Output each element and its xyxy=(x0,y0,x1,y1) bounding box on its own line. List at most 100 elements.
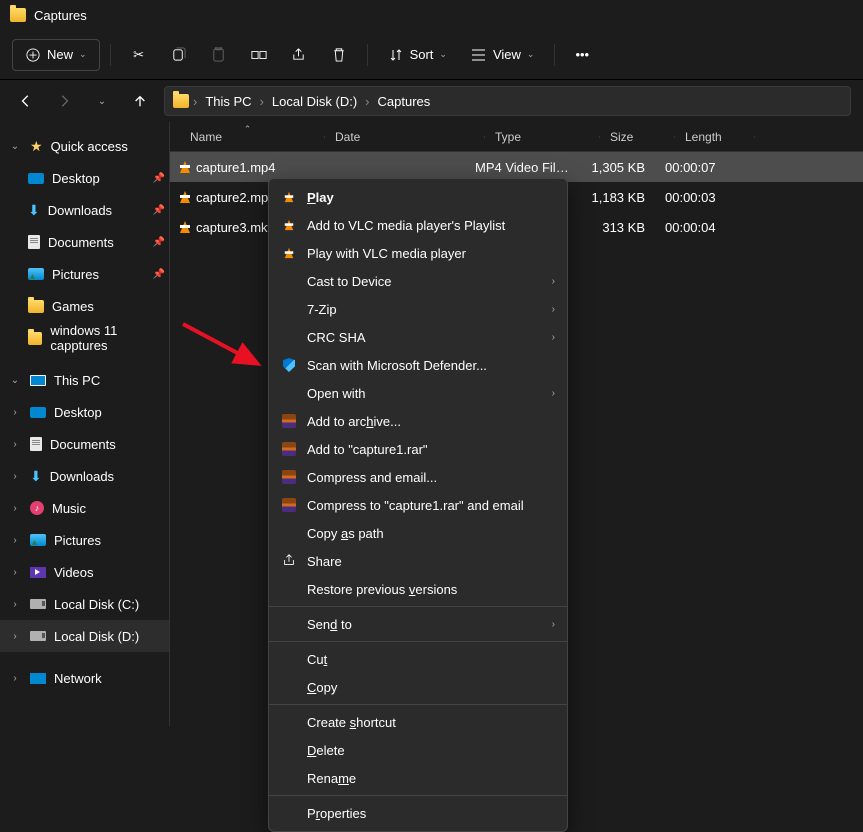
sidebar-label: Network xyxy=(54,671,102,686)
column-name[interactable]: ⌃ Name xyxy=(170,130,325,144)
rename-button[interactable] xyxy=(241,39,277,71)
sidebar-item-label: Games xyxy=(52,299,94,314)
context-menu-item[interactable]: Restore previous versions xyxy=(269,575,567,603)
context-menu-item[interactable]: Copy as path xyxy=(269,519,567,547)
chevron-right-icon: › xyxy=(8,631,22,642)
forward-button[interactable] xyxy=(50,87,78,115)
up-button[interactable] xyxy=(126,87,154,115)
context-menu-item[interactable]: Play with VLC media player xyxy=(269,239,567,267)
sort-label: Sort xyxy=(410,47,434,62)
context-menu-item[interactable]: Rename xyxy=(269,764,567,792)
document-icon xyxy=(28,235,40,249)
context-menu-item[interactable]: CRC SHA› xyxy=(269,323,567,351)
sidebar-item-label: Pictures xyxy=(52,267,99,282)
sidebar-item[interactable]: ›♪Music xyxy=(0,492,169,524)
copy-button[interactable] xyxy=(161,39,197,71)
chevron-right-icon: › xyxy=(8,503,22,514)
cut-button[interactable]: ✂ xyxy=(121,39,157,71)
sidebar-item[interactable]: ›Documents xyxy=(0,428,169,460)
star-icon: ★ xyxy=(30,138,43,155)
breadcrumb-item[interactable]: Local Disk (D:) xyxy=(268,92,361,111)
context-menu-item[interactable]: Share xyxy=(269,547,567,575)
sidebar-item[interactable]: ›Desktop xyxy=(0,396,169,428)
share-icon xyxy=(282,553,296,570)
sort-button[interactable]: Sort ⌄ xyxy=(378,39,457,71)
context-menu-item[interactable]: Scan with Microsoft Defender... xyxy=(269,351,567,379)
file-length: 00:00:07 xyxy=(655,160,735,175)
context-menu-item[interactable]: 7-Zip› xyxy=(269,295,567,323)
context-menu-item[interactable]: Copy xyxy=(269,673,567,701)
column-length[interactable]: Length xyxy=(675,130,755,144)
sidebar-item[interactable]: ›Videos xyxy=(0,556,169,588)
more-button[interactable]: ••• xyxy=(565,39,599,71)
column-type[interactable]: Type xyxy=(485,130,600,144)
sidebar-quick-access[interactable]: ⌄ ★ Quick access xyxy=(0,130,169,162)
sidebar-item[interactable]: ›Pictures xyxy=(0,524,169,556)
column-date[interactable]: Date xyxy=(325,130,485,144)
column-size[interactable]: Size xyxy=(600,130,675,144)
sidebar-item[interactable]: ›Local Disk (C:) xyxy=(0,588,169,620)
paste-button[interactable] xyxy=(201,39,237,71)
navigation-pane: ⌄ ★ Quick access Desktop 📌 ⬇Downloads📌Docu… xyxy=(0,122,170,726)
context-menu-item[interactable]: Compress and email... xyxy=(269,463,567,491)
sidebar-item[interactable]: Games xyxy=(0,290,169,322)
breadcrumb[interactable]: › This PC › Local Disk (D:) › Captures xyxy=(164,86,851,116)
vlc-icon xyxy=(285,248,294,258)
context-menu-item[interactable]: Delete xyxy=(269,736,567,764)
context-menu-label: Compress to "capture1.rar" and email xyxy=(307,498,524,513)
recent-button[interactable]: ⌄ xyxy=(88,87,116,115)
file-name: capture2.mp4 xyxy=(196,190,276,205)
vlc-icon xyxy=(180,161,190,173)
new-button[interactable]: New ⌄ xyxy=(12,39,100,71)
context-menu-item[interactable]: Cut xyxy=(269,645,567,673)
context-menu-label: Play xyxy=(307,190,334,205)
clipboard-icon xyxy=(211,47,227,63)
copy-icon xyxy=(171,47,187,63)
context-menu-label: Add to archive... xyxy=(307,414,401,429)
context-menu-item[interactable]: Add to VLC media player's Playlist xyxy=(269,211,567,239)
file-type: MP4 Video File (V... xyxy=(465,160,580,175)
context-menu-item[interactable]: Properties xyxy=(269,799,567,827)
sidebar-item[interactable]: windows 11 capptures xyxy=(0,322,169,354)
winrar-icon xyxy=(282,470,296,484)
context-menu-item[interactable]: Compress to "capture1.rar" and email xyxy=(269,491,567,519)
context-menu-label: Rename xyxy=(307,771,356,786)
title-bar: Captures xyxy=(0,0,863,30)
sidebar-item[interactable]: ›Local Disk (D:) xyxy=(0,620,169,652)
breadcrumb-item[interactable]: Captures xyxy=(374,92,435,111)
sidebar-this-pc[interactable]: ⌄ This PC xyxy=(0,364,169,396)
context-menu-item[interactable]: Create shortcut xyxy=(269,708,567,736)
sidebar-item[interactable]: Pictures📌 xyxy=(0,258,169,290)
context-menu-label: Share xyxy=(307,554,342,569)
context-menu-item[interactable]: Add to archive... xyxy=(269,407,567,435)
context-menu-item[interactable]: Send to› xyxy=(269,610,567,638)
vlc-icon xyxy=(180,191,190,203)
sidebar-item-label: Desktop xyxy=(52,171,100,186)
vlc-icon xyxy=(180,221,190,233)
winrar-icon xyxy=(282,414,296,428)
sidebar-item-label: Pictures xyxy=(54,533,101,548)
context-menu-item[interactable]: Cast to Device› xyxy=(269,267,567,295)
sidebar-item[interactable]: ⬇Downloads📌 xyxy=(0,194,169,226)
breadcrumb-item[interactable]: This PC xyxy=(201,92,255,111)
context-menu-label: Compress and email... xyxy=(307,470,437,485)
view-button[interactable]: View ⌄ xyxy=(461,39,545,71)
context-menu-item[interactable]: Play xyxy=(269,183,567,211)
vlc-icon xyxy=(285,220,294,230)
pin-icon: 📌 xyxy=(153,173,165,184)
sidebar-item[interactable]: Desktop 📌 xyxy=(0,162,169,194)
network-icon xyxy=(30,673,46,684)
sidebar-item-label: Local Disk (C:) xyxy=(54,597,139,612)
context-menu-item[interactable]: Add to "capture1.rar" xyxy=(269,435,567,463)
back-button[interactable] xyxy=(12,87,40,115)
context-menu-item[interactable]: Open with› xyxy=(269,379,567,407)
sidebar-item[interactable]: ›⬇Downloads xyxy=(0,460,169,492)
share-button[interactable] xyxy=(281,39,317,71)
sidebar-network[interactable]: › Network xyxy=(0,662,169,694)
video-icon xyxy=(30,567,46,578)
sidebar-item[interactable]: Documents📌 xyxy=(0,226,169,258)
separator xyxy=(269,641,567,642)
chevron-right-icon: › xyxy=(552,276,555,287)
delete-button[interactable] xyxy=(321,39,357,71)
file-size: 1,305 KB xyxy=(580,160,655,175)
